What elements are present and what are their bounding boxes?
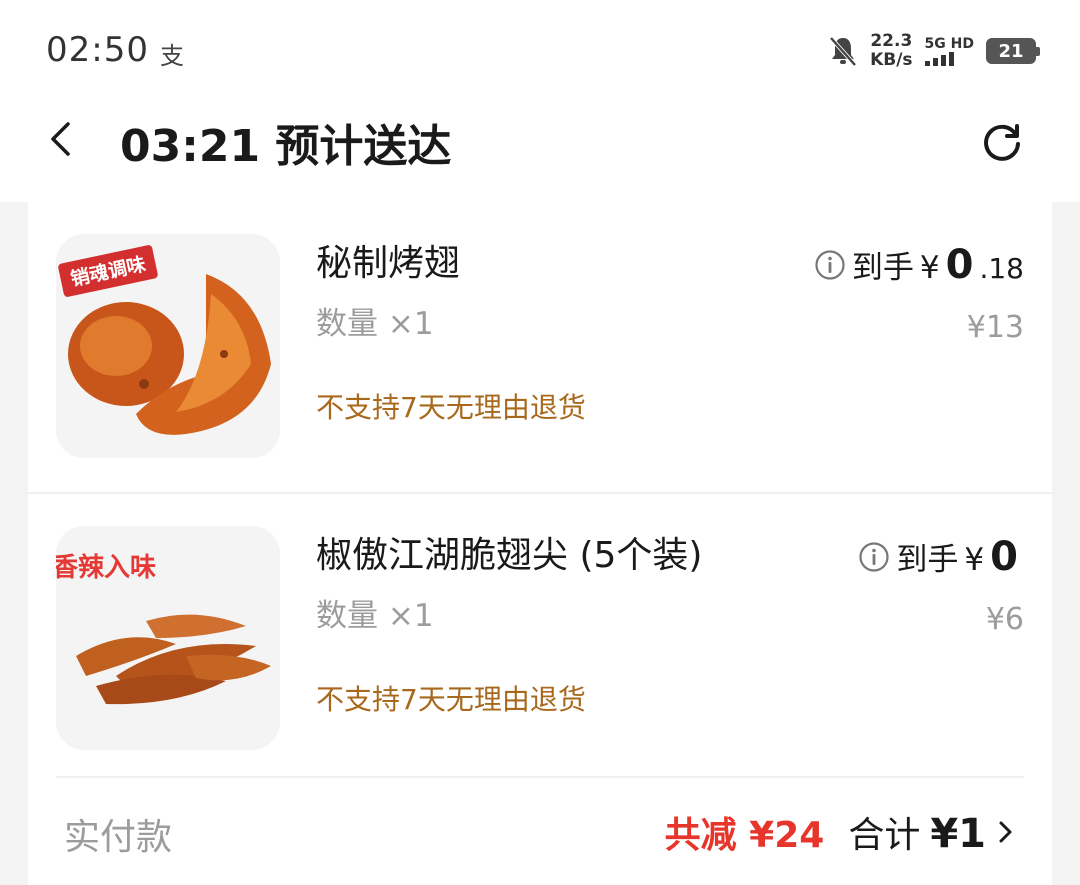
product-image-roasted-wings[interactable]: 销魂调味	[56, 234, 280, 458]
order-card: 销魂调味 秘制烤翅 数量 ×1 不支持7天无理由退货 到手¥0.18 ¥13	[28, 202, 1052, 885]
return-policy-note: 不支持7天无理由退货	[316, 683, 586, 716]
price-decimal: .18	[979, 252, 1024, 285]
wings-illustration: 销魂调味	[58, 245, 271, 435]
product-name: 秘制烤翅	[316, 243, 461, 284]
battery-level: 21	[998, 40, 1024, 62]
payment-detail-button[interactable]: 共减 ¥24 合计 ¥1	[665, 806, 1016, 858]
network-speed: 22.3 KB/s	[870, 32, 912, 70]
price-integer: 0	[990, 534, 1018, 580]
order-item[interactable]: 销魂调味 秘制烤翅 数量 ×1 不支持7天无理由退货 到手 ¥0.18 ¥13	[28, 202, 1052, 486]
product-image-wing-tips[interactable]: 香辣入味	[56, 526, 280, 750]
info-icon[interactable]	[814, 249, 846, 281]
final-price: 到手 ¥0.18	[814, 242, 1024, 288]
total-amount: ¥1	[930, 811, 986, 857]
chevron-right-icon	[999, 821, 1012, 843]
price-prefix: 到手	[851, 250, 914, 286]
payment-label: 实付款	[64, 817, 173, 858]
refresh-icon[interactable]	[978, 118, 1026, 166]
price-integer: 0	[945, 242, 974, 288]
battery-icon: 21	[986, 38, 1040, 64]
status-indicators: 22.3 KB/s 5G HD 21	[828, 30, 1040, 72]
return-policy-note: 不支持7天无理由退货	[316, 391, 586, 424]
product-name: 椒傲江湖脆翅尖 (5个装)	[316, 535, 703, 576]
status-time: 02:50	[46, 30, 149, 70]
product-quantity: 数量 ×1	[316, 306, 434, 342]
alipay-icon: 支	[160, 42, 184, 70]
signal-icon: 5G HD	[924, 36, 974, 66]
discount-total: 共减 ¥24	[664, 815, 825, 856]
page-title: 03:21 预计送达	[120, 121, 452, 172]
product-quantity: 数量 ×1	[316, 598, 434, 634]
image-badge-line1: 香辣入味	[56, 552, 156, 583]
price-currency: ¥	[964, 542, 985, 578]
page-header: 03:21 预计送达	[0, 98, 1080, 202]
network-speed-unit: KB/s	[870, 50, 913, 70]
final-price: 到手 ¥0	[858, 534, 1024, 580]
payment-summary: 实付款 共减 ¥24 合计 ¥1	[28, 778, 1052, 885]
price-currency: ¥	[919, 250, 940, 286]
network-type: 5G HD	[924, 36, 974, 52]
bell-muted-icon	[829, 36, 857, 67]
status-bar: 02:50 支 22.3 KB/s 5G HD 21	[0, 0, 1080, 98]
network-speed-value: 22.3	[870, 31, 913, 51]
original-price: ¥13	[966, 310, 1024, 345]
original-price: ¥6	[985, 602, 1024, 637]
wing-tips-illustration: 香辣入味	[56, 552, 271, 705]
order-item[interactable]: 香辣入味 椒傲江湖脆翅尖 (5个装) 数量 ×1 不支持7天无理由退货 到手 ¥0…	[28, 494, 1052, 778]
info-icon[interactable]	[858, 541, 890, 573]
price-prefix: 到手	[896, 542, 959, 578]
back-arrow-icon[interactable]	[40, 116, 86, 162]
total-label: 合计	[848, 815, 921, 856]
